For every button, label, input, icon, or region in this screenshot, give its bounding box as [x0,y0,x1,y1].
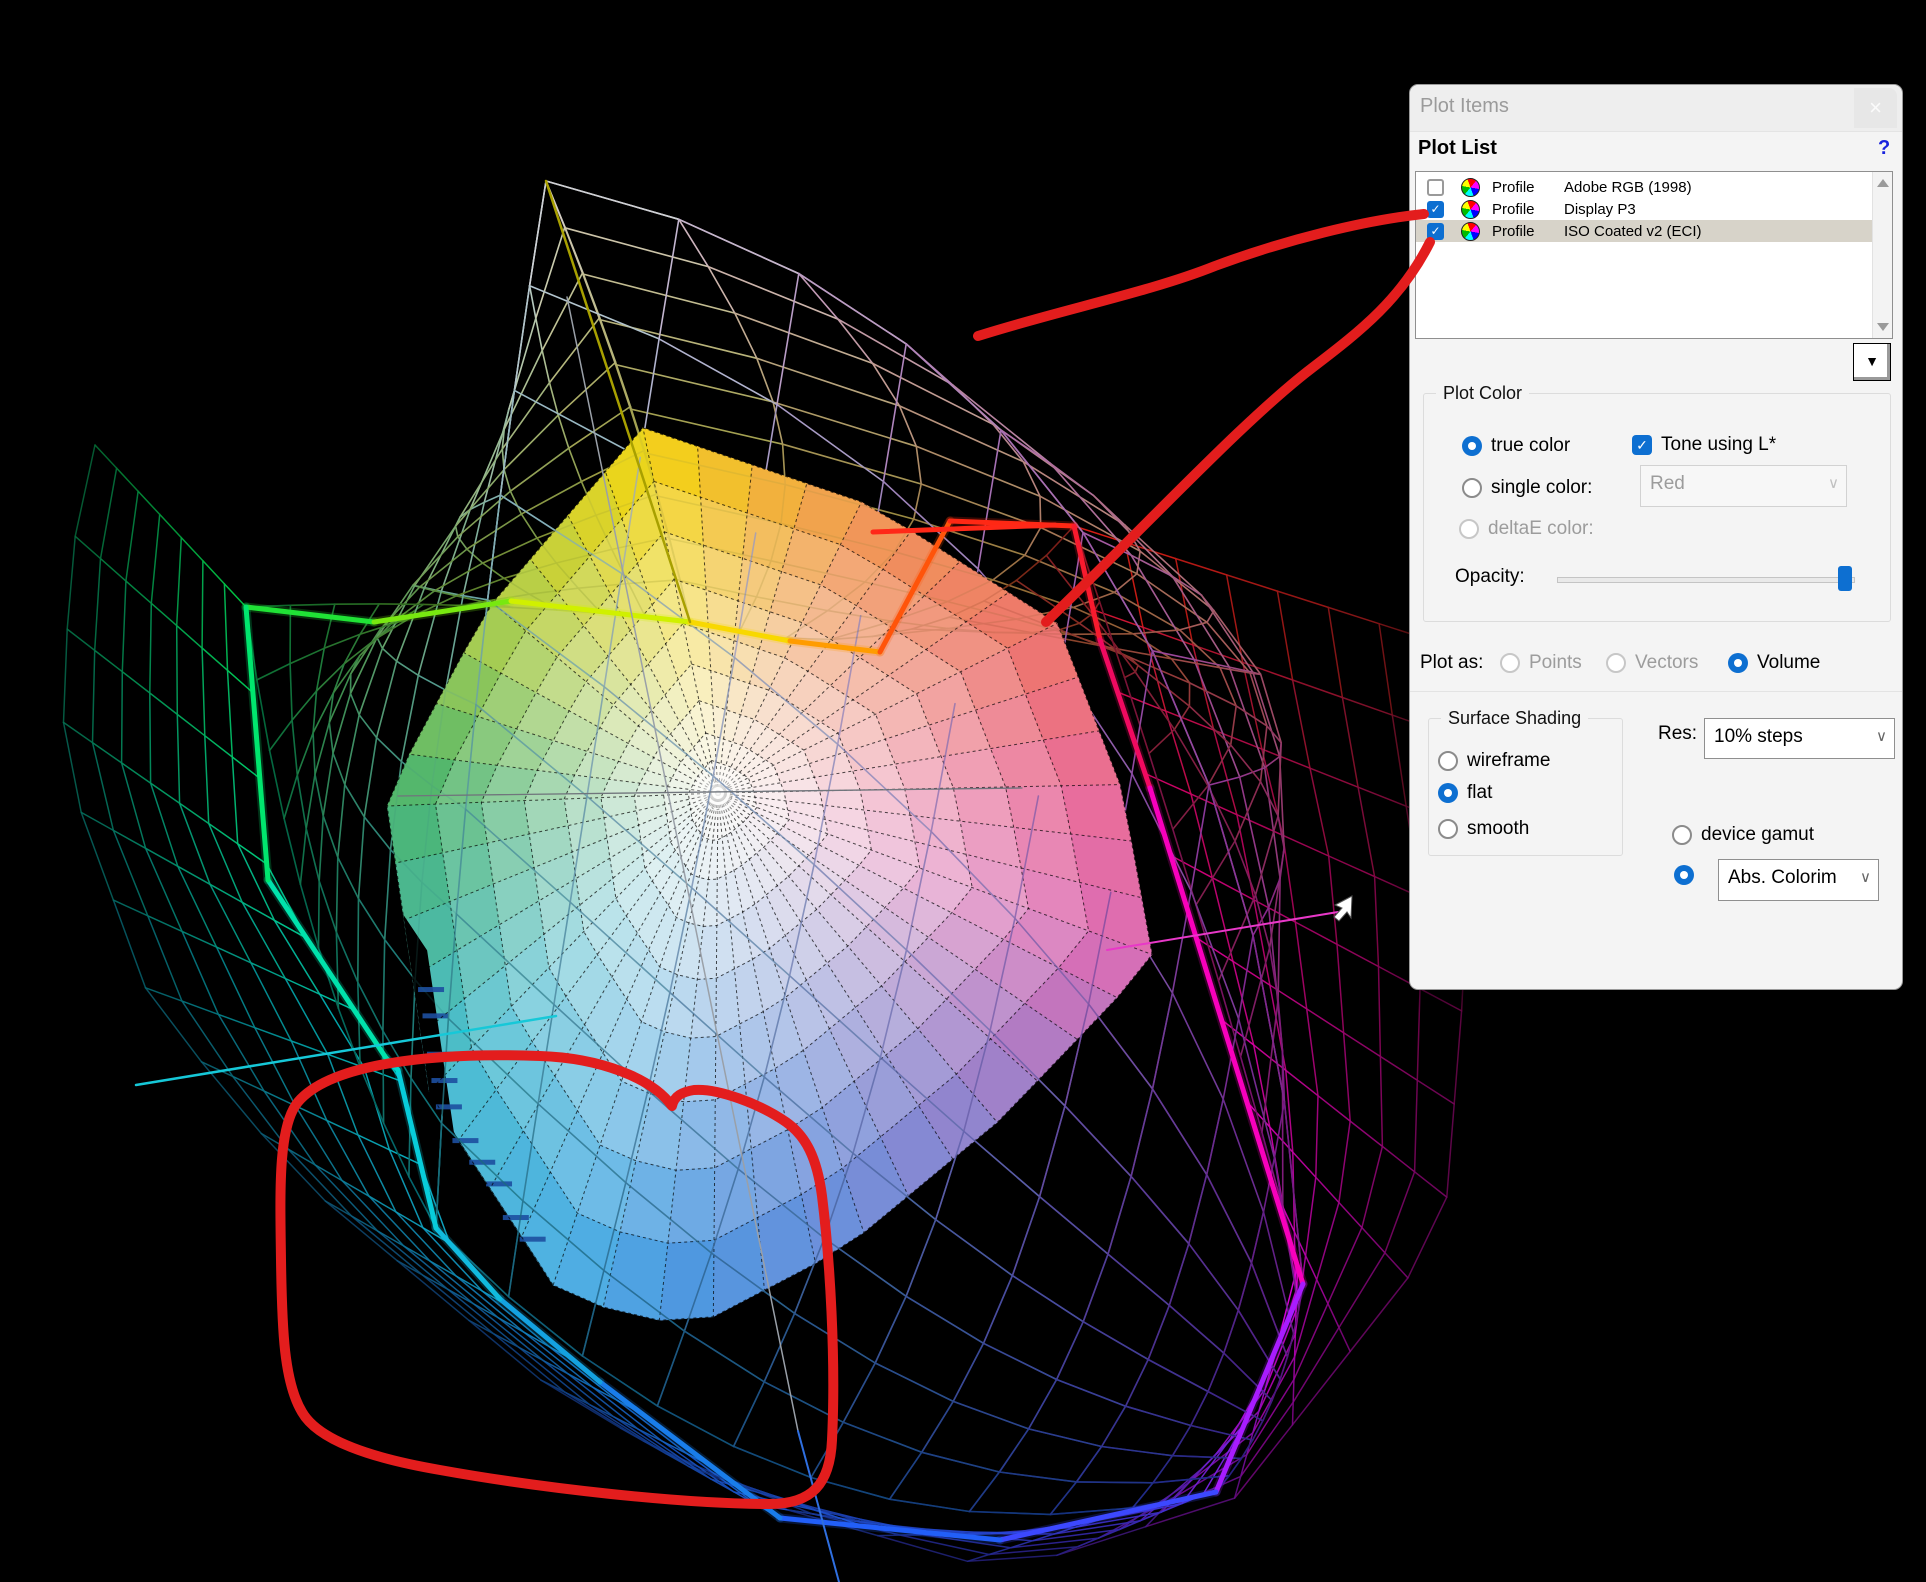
true-color-radio[interactable] [1462,436,1482,456]
single-color-radio[interactable] [1462,478,1482,498]
plot-list-row[interactable]: Profile Adobe RGB (1998) [1416,176,1872,198]
chevron-down-icon: ∨ [1876,727,1887,745]
opacity-slider-thumb[interactable] [1838,566,1852,591]
single-color-option[interactable]: single color: [1462,475,1592,501]
volume-radio[interactable] [1728,653,1748,673]
flat-radio[interactable] [1438,783,1458,803]
profile-color-wheel-icon [1461,178,1480,197]
item-checkbox[interactable]: ✓ [1427,223,1444,240]
deltae-color-option: deltaE color: [1459,516,1594,542]
item-type: Profile [1492,179,1564,196]
list-scrollbar[interactable] [1872,172,1892,338]
rendering-intent-option[interactable] [1674,862,1694,888]
tone-option[interactable]: ✓ Tone using L* [1632,432,1776,458]
plot-list: Profile Adobe RGB (1998) ✓ Profile Displ… [1415,171,1893,339]
shading-wireframe-option[interactable]: wireframe [1438,748,1550,774]
check-icon: ✓ [1636,437,1648,453]
application-window: Plot Items × Plot List ? Profile Adobe R… [0,0,1926,1582]
wireframe-radio[interactable] [1438,751,1458,771]
device-gamut-radio[interactable] [1672,825,1692,845]
opacity-slider-track[interactable] [1557,577,1855,583]
item-checkbox[interactable] [1427,179,1444,196]
points-radio [1500,653,1520,673]
shading-smooth-option[interactable]: smooth [1438,816,1529,842]
res-select[interactable]: 10% steps ∨ [1704,718,1895,759]
chevron-down-icon: ∨ [1860,868,1871,886]
close-button[interactable]: × [1854,88,1897,128]
plot-as-vectors: Vectors [1606,650,1698,676]
white-point-glow [688,763,748,823]
chevron-down-icon: ∨ [1828,474,1839,492]
res-label: Res: [1658,723,1697,745]
tone-checkbox[interactable]: ✓ [1632,435,1652,455]
item-name: ISO Coated v2 (ECI) [1564,223,1702,240]
item-name: Adobe RGB (1998) [1564,179,1692,196]
close-icon: × [1869,95,1882,120]
dropdown-arrow-icon: ▼ [1865,353,1879,369]
check-icon: ✓ [1430,202,1440,216]
profile-color-wheel-icon [1461,200,1480,219]
scroll-down-icon[interactable] [1877,323,1889,331]
true-color-option[interactable]: true color [1462,433,1570,459]
list-expand-button[interactable]: ▼ [1853,343,1891,381]
scroll-up-icon[interactable] [1877,179,1889,187]
shading-flat-option[interactable]: flat [1438,780,1492,806]
plot-items-dialog: Plot Items × Plot List ? Profile Adobe R… [1409,84,1903,990]
deltae-color-radio [1459,519,1479,539]
device-gamut-option[interactable]: device gamut [1672,822,1814,848]
smooth-radio[interactable] [1438,819,1458,839]
vectors-radio [1606,653,1626,673]
opacity-label: Opacity: [1455,566,1525,588]
dialog-title: Plot Items [1420,95,1509,118]
item-checkbox[interactable]: ✓ [1427,201,1444,218]
rendering-intent-select[interactable]: Abs. Colorim ∨ [1718,859,1879,901]
help-icon[interactable]: ? [1878,137,1890,160]
plot-as-volume[interactable]: Volume [1728,650,1820,676]
rendering-intent-radio[interactable] [1674,865,1694,885]
dialog-titlebar[interactable]: Plot Items × [1410,85,1902,132]
plot-list-header: Plot List [1418,137,1497,160]
profile-color-wheel-icon [1461,222,1480,241]
plot-as-points: Points [1500,650,1582,676]
item-type: Profile [1492,223,1564,240]
item-name: Display P3 [1564,201,1636,218]
plot-list-row[interactable]: ✓ Profile ISO Coated v2 (ECI) [1416,220,1872,242]
plot-color-legend: Plot Color [1436,383,1529,404]
surface-shading-legend: Surface Shading [1441,708,1588,729]
plot-list-row[interactable]: ✓ Profile Display P3 [1416,198,1872,220]
plot-as-row: Plot as: [1420,650,1483,676]
item-type: Profile [1492,201,1564,218]
single-color-select[interactable]: Red ∨ [1640,465,1847,507]
check-icon: ✓ [1430,224,1440,238]
